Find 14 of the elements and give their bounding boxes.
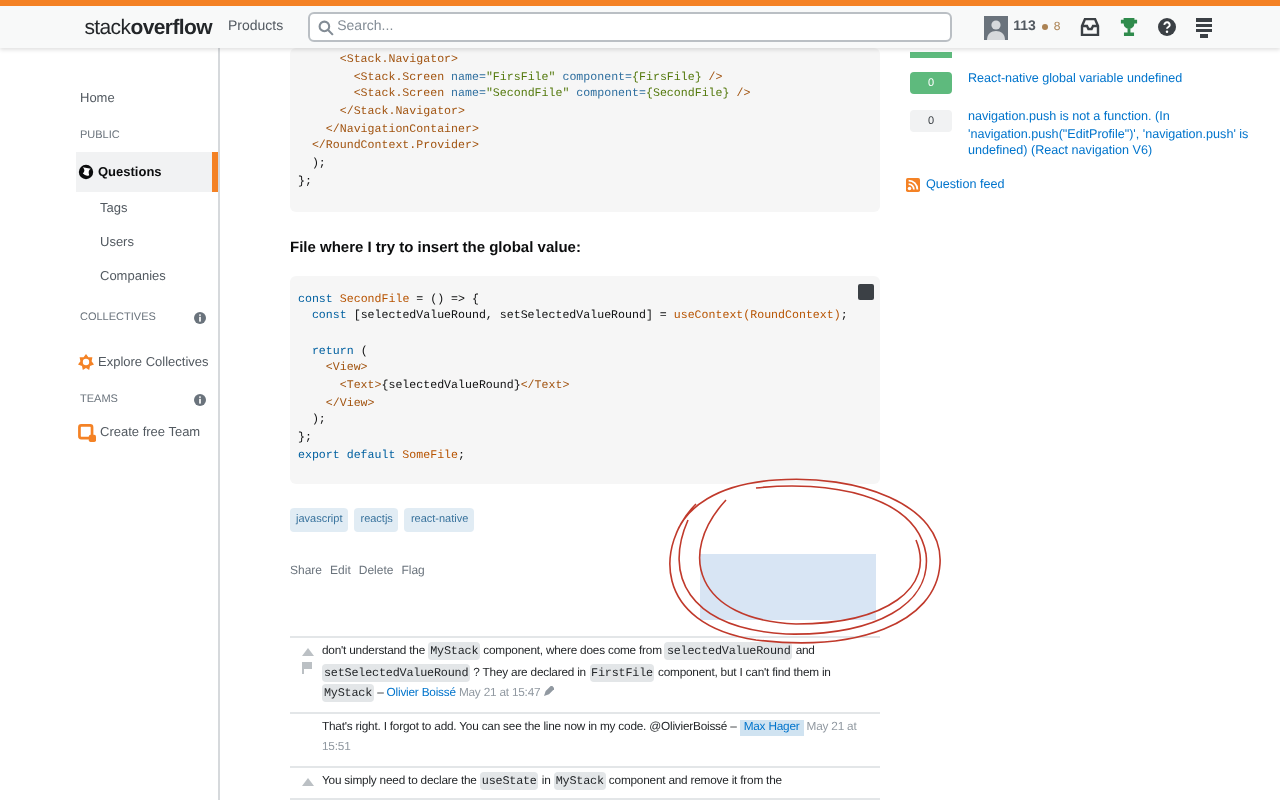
pencil-icon[interactable]	[543, 686, 554, 697]
team-icon	[78, 423, 96, 441]
rss-icon	[906, 178, 920, 193]
help-icon[interactable]	[1158, 18, 1177, 36]
inbox-icon[interactable]	[1080, 18, 1101, 36]
logo[interactable]: stackoverflow	[80, 14, 212, 40]
copy-icon[interactable]	[858, 283, 874, 299]
menu-icon[interactable]	[1196, 17, 1213, 37]
trophy-icon[interactable]	[1120, 18, 1139, 36]
avatar-icon[interactable]	[983, 15, 1008, 39]
globe-icon	[78, 164, 94, 180]
star-badge-icon	[78, 354, 94, 370]
bronze-dot-icon	[1041, 24, 1048, 30]
search-icon	[317, 20, 334, 36]
